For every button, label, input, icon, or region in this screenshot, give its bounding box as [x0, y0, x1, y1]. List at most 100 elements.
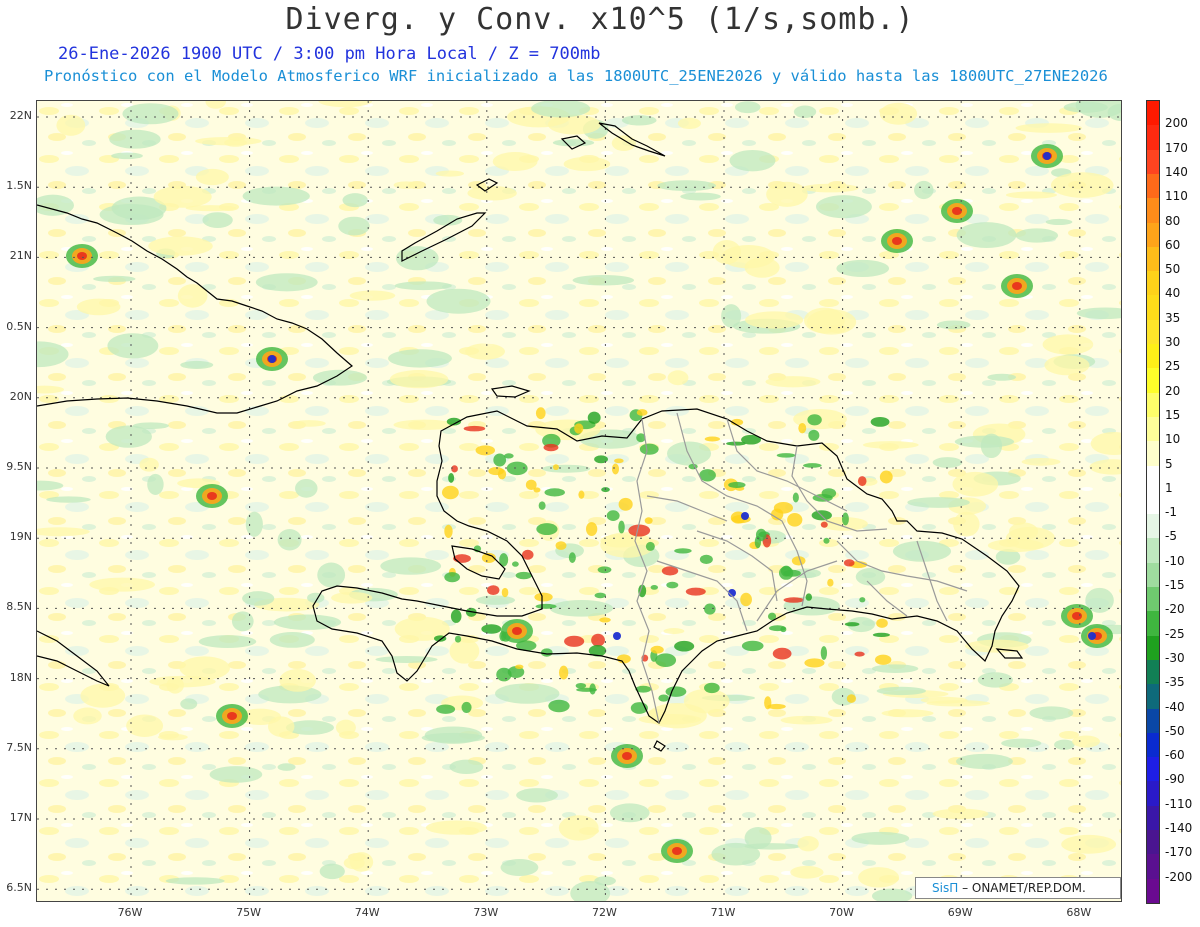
weak-convergence-patch	[914, 180, 934, 200]
colorbar-segment	[1147, 271, 1159, 296]
weak-divergence-patch	[766, 181, 808, 207]
credit-text: – ONAMET/REP.DOM.	[962, 881, 1086, 895]
weak-convergence-patch	[295, 478, 318, 498]
weak-convergence-patch	[46, 496, 91, 503]
colorbar-label: 110	[1165, 189, 1188, 204]
weak-divergence-patch	[1015, 123, 1083, 133]
colorbar-label: 25	[1165, 359, 1181, 374]
strong-field-cell	[454, 635, 462, 643]
strong-field-cell	[776, 453, 796, 458]
colorbar-segment	[1147, 198, 1159, 223]
colorbar-segment	[1147, 344, 1159, 369]
strong-field-cell	[618, 520, 625, 534]
weak-divergence-patch	[73, 707, 102, 725]
weak-divergence-patch	[683, 688, 730, 714]
weak-convergence-patch	[269, 632, 315, 648]
strong-field-cell	[515, 571, 532, 580]
strong-field-cell	[504, 453, 514, 459]
colorbar-label: -30	[1165, 650, 1185, 665]
weak-divergence-patch	[712, 239, 741, 265]
weak-divergence-patch	[920, 696, 968, 704]
weak-divergence-patch	[1008, 522, 1039, 541]
weak-convergence-patch	[342, 193, 368, 208]
weak-divergence-patch	[148, 236, 213, 256]
divergence-core	[952, 207, 962, 215]
lon-label: 68W	[1066, 906, 1092, 919]
weak-convergence-patch	[107, 333, 159, 359]
colorbar-label: -25	[1165, 626, 1185, 641]
weak-divergence-patch	[56, 114, 86, 136]
weak-convergence-patch	[932, 457, 963, 468]
weak-convergence-patch	[609, 803, 650, 823]
weak-divergence-patch	[858, 867, 900, 888]
strong-field-cell	[666, 581, 679, 589]
strong-field-cell	[639, 443, 659, 455]
strong-field-cell	[699, 554, 713, 564]
strong-field-cell	[846, 694, 857, 703]
forecast-time-subtitle: 26-Ene-2026 1900 UTC / 3:00 pm Hora Loca…	[58, 44, 601, 64]
weak-convergence-patch	[277, 529, 302, 551]
strong-field-cell	[650, 585, 659, 590]
weak-divergence-patch	[1061, 834, 1117, 854]
strong-field-cell	[655, 653, 677, 668]
weak-convergence-patch	[231, 611, 254, 632]
weak-convergence-patch	[147, 473, 164, 495]
convergence-core	[613, 632, 621, 640]
strong-field-cell	[767, 703, 786, 710]
strong-field-cell	[594, 455, 608, 464]
strong-field-cell	[876, 618, 888, 628]
weak-convergence-patch	[245, 511, 263, 537]
strong-field-cell	[451, 465, 458, 473]
strong-field-cell	[674, 548, 692, 554]
strong-field-cell	[555, 541, 567, 550]
weak-divergence-patch	[1021, 457, 1061, 466]
strong-field-cell	[587, 411, 601, 424]
lon-label: 74W	[354, 906, 380, 919]
weak-convergence-patch	[977, 672, 1013, 688]
weak-convergence-patch	[815, 195, 872, 219]
colorbar-label: 140	[1165, 164, 1188, 179]
strong-field-cell	[535, 603, 557, 609]
strong-field-cell	[614, 458, 624, 464]
weak-convergence-patch	[1054, 739, 1075, 750]
weak-divergence-patch	[224, 138, 247, 147]
lon-label: 75W	[236, 906, 262, 919]
weak-convergence-patch	[734, 101, 761, 114]
colorbar-segment	[1147, 732, 1159, 758]
lon-label: 76W	[117, 906, 143, 919]
colorbar-label: 30	[1165, 335, 1181, 350]
strong-field-cell	[585, 522, 598, 536]
colorbar-segment	[1147, 319, 1159, 345]
strong-field-cell	[578, 490, 585, 499]
colorbar-label: -35	[1165, 675, 1185, 690]
strong-field-cell	[808, 429, 820, 441]
strong-field-cell	[597, 566, 612, 574]
weak-divergence-patch	[987, 538, 1044, 552]
colorbar-label: -90	[1165, 772, 1185, 787]
strong-field-cell	[644, 517, 653, 524]
strong-field-cell	[773, 501, 794, 514]
weak-convergence-patch	[851, 831, 910, 845]
strong-field-cell	[558, 665, 569, 680]
strong-field-cell	[783, 597, 804, 603]
colorbar-segment	[1147, 854, 1159, 880]
divergence-core	[1012, 282, 1022, 290]
colorbar-segment	[1147, 538, 1159, 564]
weak-divergence-patch	[663, 628, 685, 635]
sispi-logo: SisΠ	[932, 881, 959, 895]
strong-field-cell	[870, 416, 890, 427]
colorbar-segment	[1147, 465, 1159, 491]
colorbar-label: 10	[1165, 432, 1181, 447]
weak-divergence-patch	[349, 290, 396, 301]
strong-field-cell	[436, 704, 456, 714]
weak-convergence-patch	[319, 863, 345, 880]
weak-divergence-patch	[765, 376, 821, 388]
weak-convergence-patch	[954, 435, 1015, 448]
strong-field-cell	[859, 597, 866, 603]
weak-convergence-patch	[165, 877, 225, 885]
convergence-core	[741, 512, 749, 520]
colorbar-segment	[1147, 295, 1159, 321]
strong-field-cell	[804, 658, 825, 668]
colorbar-segment	[1147, 514, 1159, 539]
weak-convergence-patch	[380, 557, 442, 575]
